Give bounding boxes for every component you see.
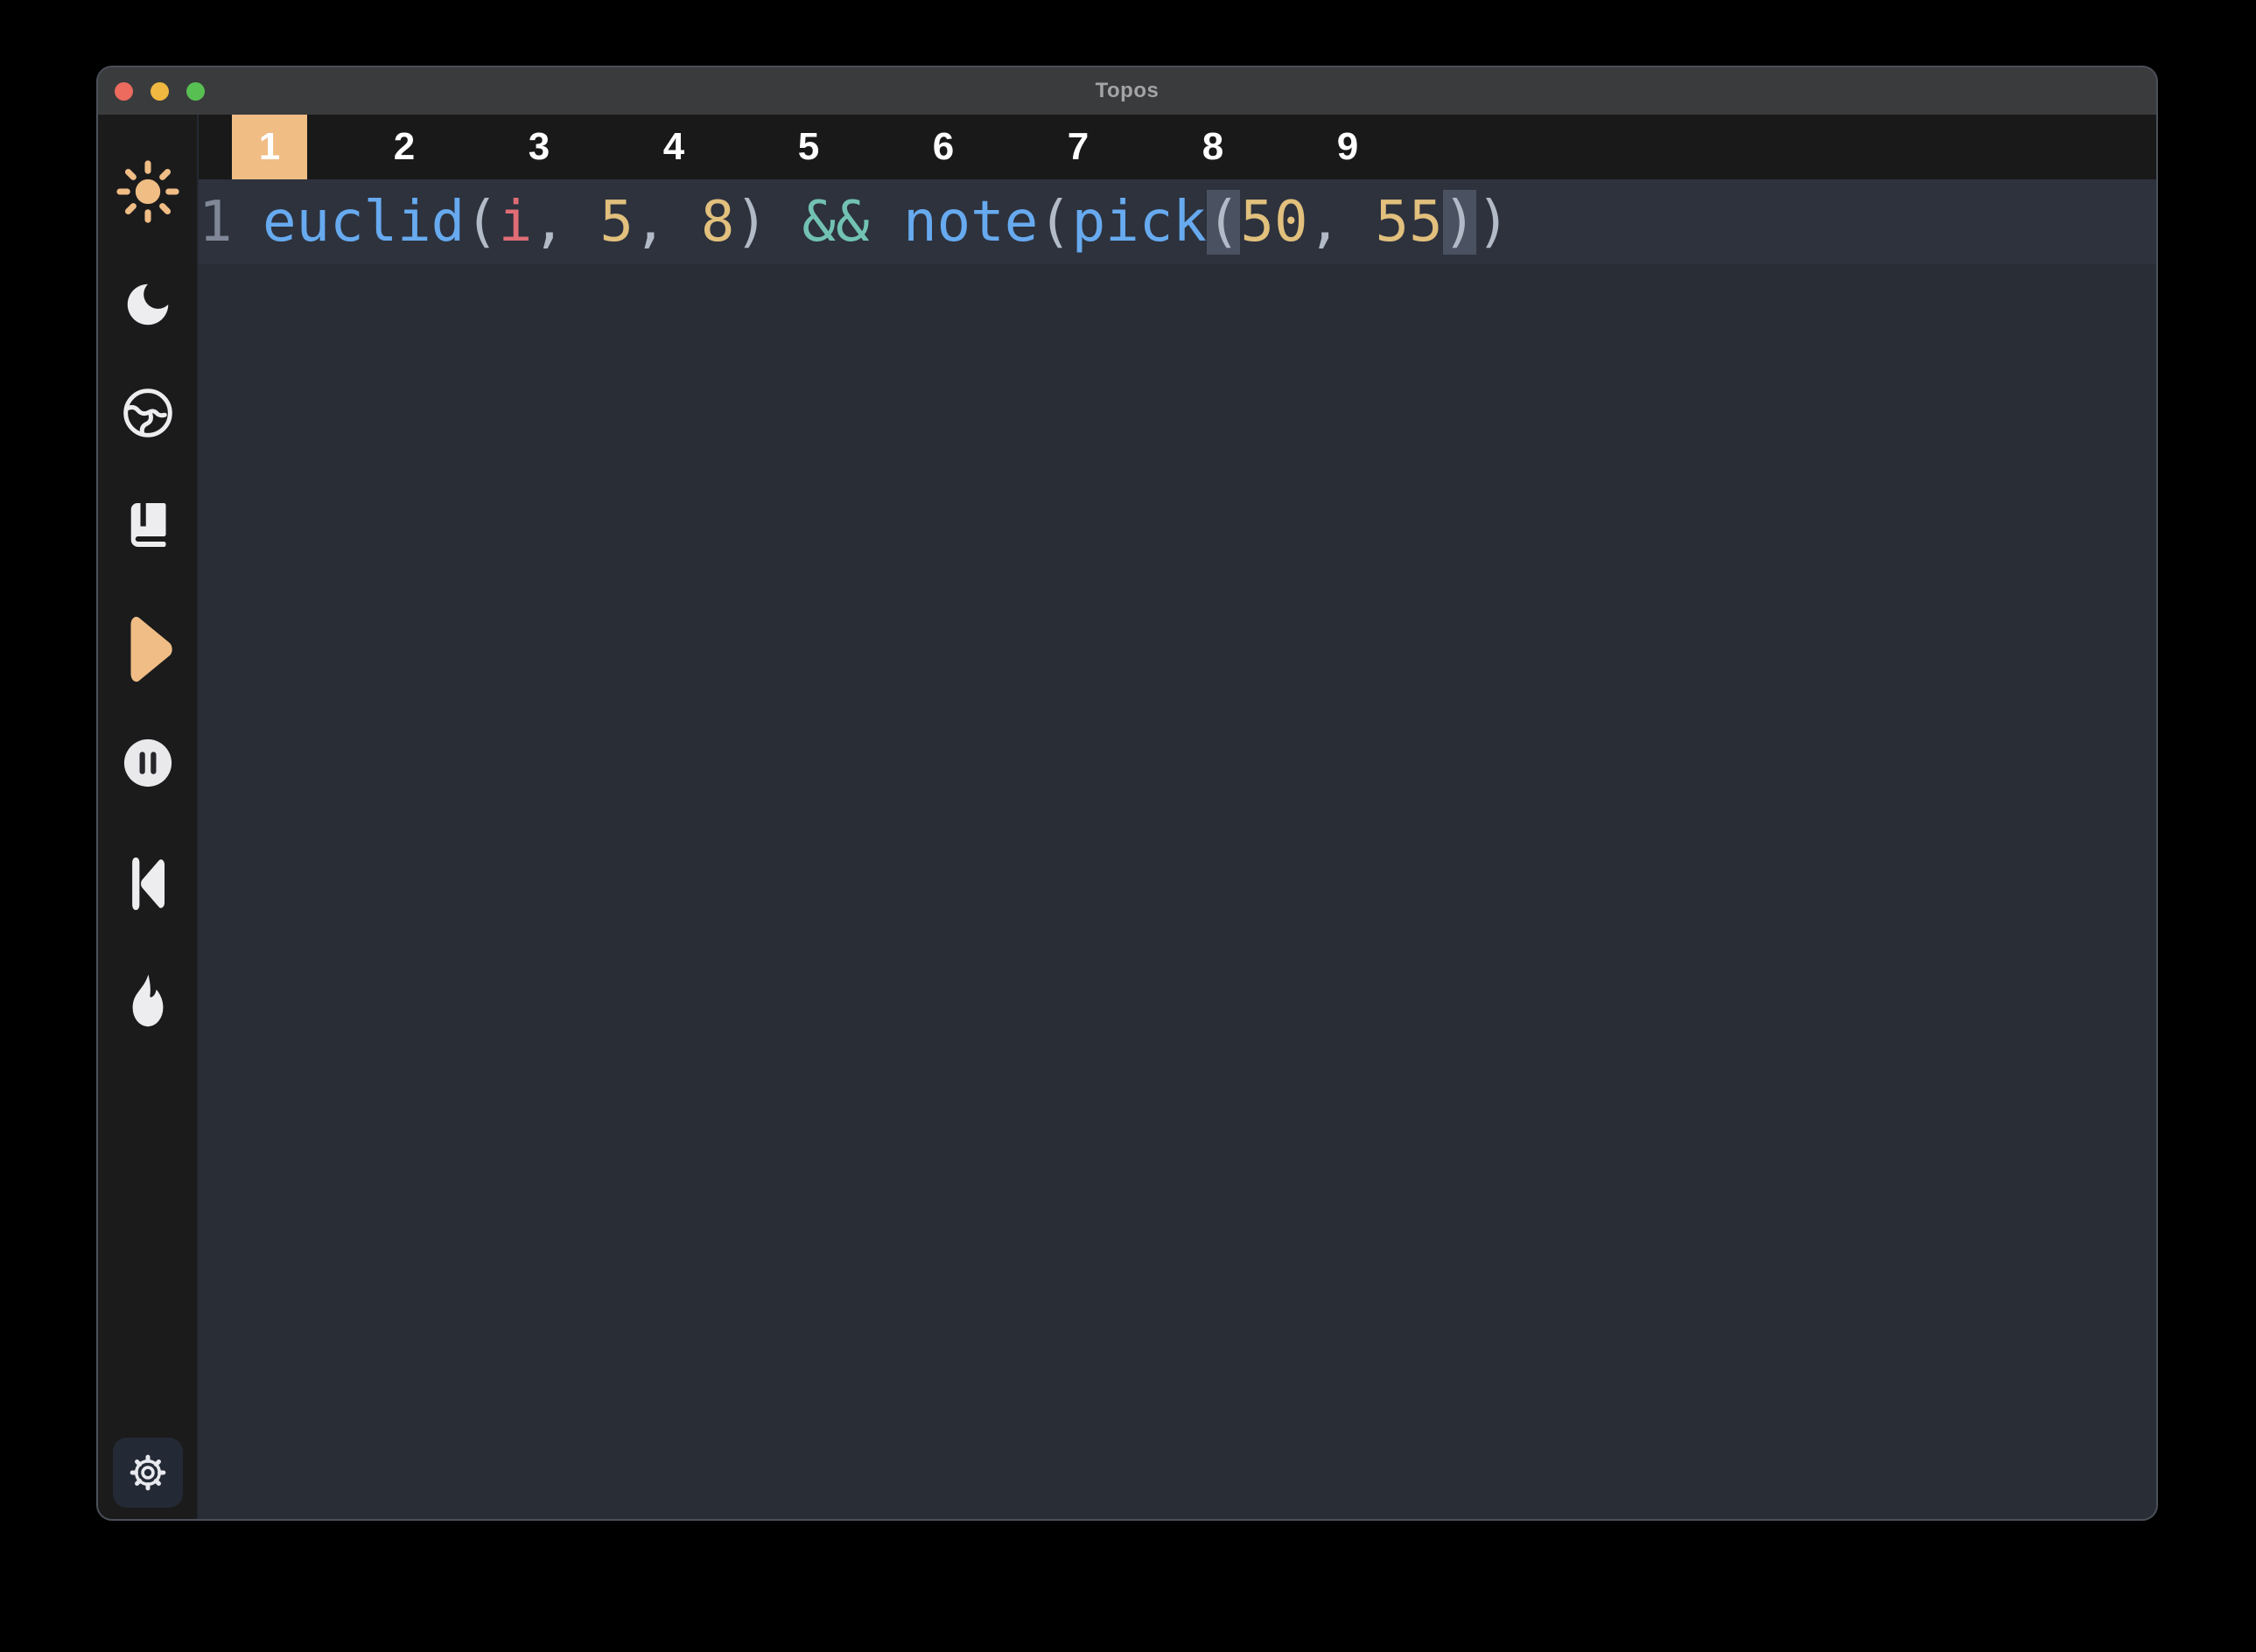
code-token: , [634, 190, 701, 255]
moon-icon [121, 277, 175, 332]
gear-icon [128, 1452, 168, 1493]
code-token: && [768, 190, 903, 255]
sun-icon [116, 159, 180, 224]
code-token: ) [734, 190, 768, 255]
tab-3[interactable]: 3 [501, 115, 577, 179]
matched-bracket: ) [1443, 190, 1477, 255]
tab-5[interactable]: 5 [771, 115, 846, 179]
code-token: 50 [1240, 190, 1307, 255]
line-number: 1 [199, 190, 232, 255]
tab-9[interactable]: 9 [1310, 115, 1385, 179]
app-window: Topos [96, 66, 2158, 1521]
tab-1[interactable]: 1 [232, 115, 307, 179]
skip-back-icon [123, 849, 172, 919]
tab-2[interactable]: 2 [367, 115, 442, 179]
code-token: note [903, 190, 1038, 255]
code-token: pick [1072, 190, 1207, 255]
code-line: 1 euclid(i, 5, 8) && note(pick(50, 55)) [199, 179, 2156, 264]
pause-icon [119, 735, 176, 792]
docs-button[interactable] [122, 498, 174, 552]
code-token: , [532, 190, 599, 255]
tab-8[interactable]: 8 [1175, 115, 1251, 179]
code-token: 55 [1376, 190, 1443, 255]
play-icon [122, 612, 174, 687]
play-button[interactable] [122, 612, 174, 687]
code-token: i [499, 190, 533, 255]
code-token: 8 [701, 190, 735, 255]
code-token: 5 [599, 190, 634, 255]
pause-button[interactable] [119, 735, 176, 792]
tab-4[interactable]: 4 [636, 115, 711, 179]
globe-icon [119, 384, 177, 442]
theme-light-button[interactable] [116, 159, 180, 224]
tab-7[interactable]: 7 [1040, 115, 1116, 179]
code-editor[interactable]: 1 euclid(i, 5, 8) && note(pick(50, 55)) [199, 179, 2156, 1519]
rewind-button[interactable] [123, 849, 172, 919]
settings-button[interactable] [113, 1438, 183, 1508]
flame-icon [123, 970, 173, 1033]
sidebar [98, 115, 199, 1519]
code-token: euclid [263, 190, 465, 255]
theme-dark-button[interactable] [121, 277, 175, 332]
tab-bar: 123456789 [199, 115, 2156, 179]
code-token: ( [465, 190, 499, 255]
flush-button[interactable] [123, 970, 173, 1033]
code-text: euclid(i, 5, 8) && note(pick(50, 55)) [263, 190, 1510, 255]
titlebar: Topos [98, 67, 2156, 115]
code-token: ) [1476, 190, 1510, 255]
window-title: Topos [98, 79, 2156, 103]
code-token: ( [1038, 190, 1072, 255]
tab-6[interactable]: 6 [906, 115, 981, 179]
book-icon [122, 498, 174, 552]
website-button[interactable] [119, 384, 177, 442]
matched-bracket: ( [1207, 190, 1241, 255]
code-token: , [1307, 190, 1375, 255]
